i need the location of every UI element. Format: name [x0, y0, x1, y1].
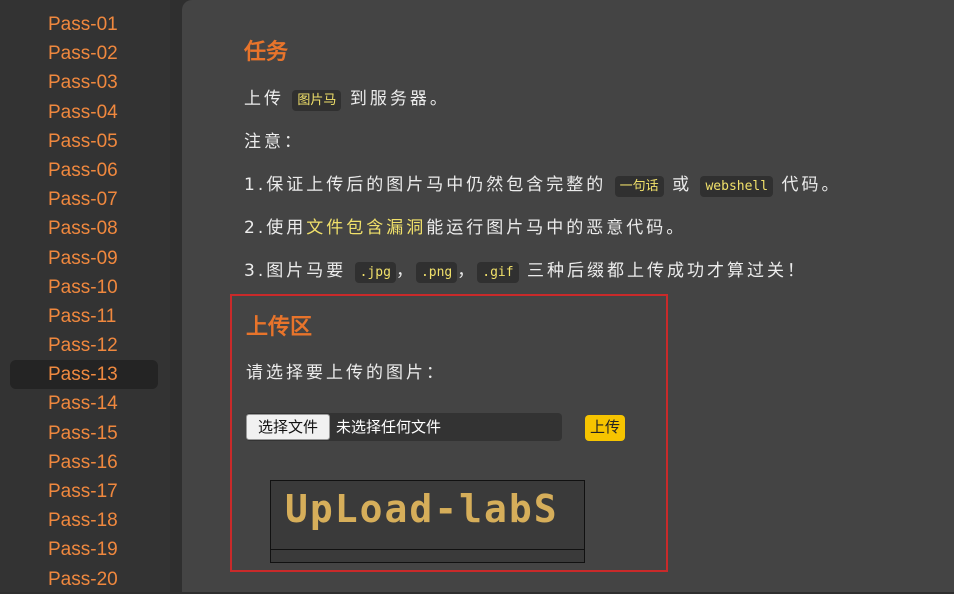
task-line-1: 上传 图片马 到服务器。 [244, 89, 450, 111]
sidebar-item-pass-09[interactable]: Pass-09 [10, 244, 158, 273]
sidebar-item-pass-11[interactable]: Pass-11 [10, 302, 158, 331]
sidebar-item-pass-10[interactable]: Pass-10 [10, 273, 158, 302]
sidebar-item-pass-17[interactable]: Pass-17 [10, 477, 158, 506]
file-status: 未选择任何文件 [336, 418, 442, 436]
file-input[interactable]: 选择文件 未选择任何文件 [246, 413, 562, 441]
sidebar-item-pass-15[interactable]: Pass-15 [10, 419, 158, 448]
sidebar-item-pass-04[interactable]: Pass-04 [10, 98, 158, 127]
sidebar-item-pass-12[interactable]: Pass-12 [10, 331, 158, 360]
sidebar-item-pass-16[interactable]: Pass-16 [10, 448, 158, 477]
task-title: 任务 [244, 40, 289, 65]
sidebar-item-pass-07[interactable]: Pass-07 [10, 185, 158, 214]
code-webshell: webshell [700, 176, 774, 197]
sidebar-item-pass-02[interactable]: Pass-02 [10, 39, 158, 68]
upload-labs-logo: UpLoad-labS [270, 480, 585, 563]
task-line-5: 3.图片马要 .jpg， .png， .gif 三种后缀都上传成功才算过关！ [244, 261, 807, 283]
sidebar-item-pass-06[interactable]: Pass-06 [10, 156, 158, 185]
sidebar-item-pass-18[interactable]: Pass-18 [10, 506, 158, 535]
logo-text: UpLoad-labS [285, 487, 559, 531]
sidebar-item-pass-20[interactable]: Pass-20 [10, 565, 158, 594]
sidebar-item-pass-01[interactable]: Pass-01 [10, 10, 158, 39]
upload-area: 上传区 请选择要上传的图片： 选择文件 未选择任何文件 上传 UpLoad-la… [230, 294, 668, 572]
upload-button[interactable]: 上传 [585, 415, 626, 441]
task-line-2: 注意： [244, 132, 304, 152]
logo-divider [271, 549, 584, 550]
code-image-horse: 图片马 [292, 90, 342, 111]
task-line-3: 1.保证上传后的图片马中仍然包含完整的 一句话 或 webshell 代码。 [244, 175, 842, 197]
code-one-liner: 一句话 [614, 176, 664, 197]
code-jpg: .jpg [354, 262, 396, 283]
highlight-file-include: 文件包含漏洞 [306, 218, 427, 238]
task-line-4: 2.使用文件包含漏洞能运行图片马中的恶意代码。 [244, 218, 687, 238]
task-section: 任务 上传 图片马 到服务器。 注意： 1.保证上传后的图片马中仍然包含完整的 … [244, 34, 934, 293]
upload-prompt: 请选择要上传的图片： [246, 363, 446, 383]
code-png: .png [415, 262, 458, 283]
upload-title: 上传区 [246, 315, 313, 340]
pass-list: Pass-01 Pass-02 Pass-03 Pass-04 Pass-05 Pass-… [10, 10, 158, 594]
sidebar-item-pass-05[interactable]: Pass-05 [10, 127, 158, 156]
sidebar-item-pass-19[interactable]: Pass-19 [10, 535, 158, 564]
sidebar-item-pass-03[interactable]: Pass-03 [10, 68, 158, 97]
sidebar-item-pass-13[interactable]: Pass-13 [10, 360, 158, 390]
sidebar-item-pass-08[interactable]: Pass-08 [10, 214, 158, 243]
sidebar: Pass-01 Pass-02 Pass-03 Pass-04 Pass-05 Pass-… [0, 0, 170, 592]
main-panel: 任务 上传 图片马 到服务器。 注意： 1.保证上传后的图片马中仍然包含完整的 … [182, 0, 954, 592]
sidebar-item-pass-14[interactable]: Pass-14 [10, 389, 158, 418]
choose-file-button[interactable]: 选择文件 [246, 414, 330, 440]
code-gif: .gif [477, 262, 519, 283]
